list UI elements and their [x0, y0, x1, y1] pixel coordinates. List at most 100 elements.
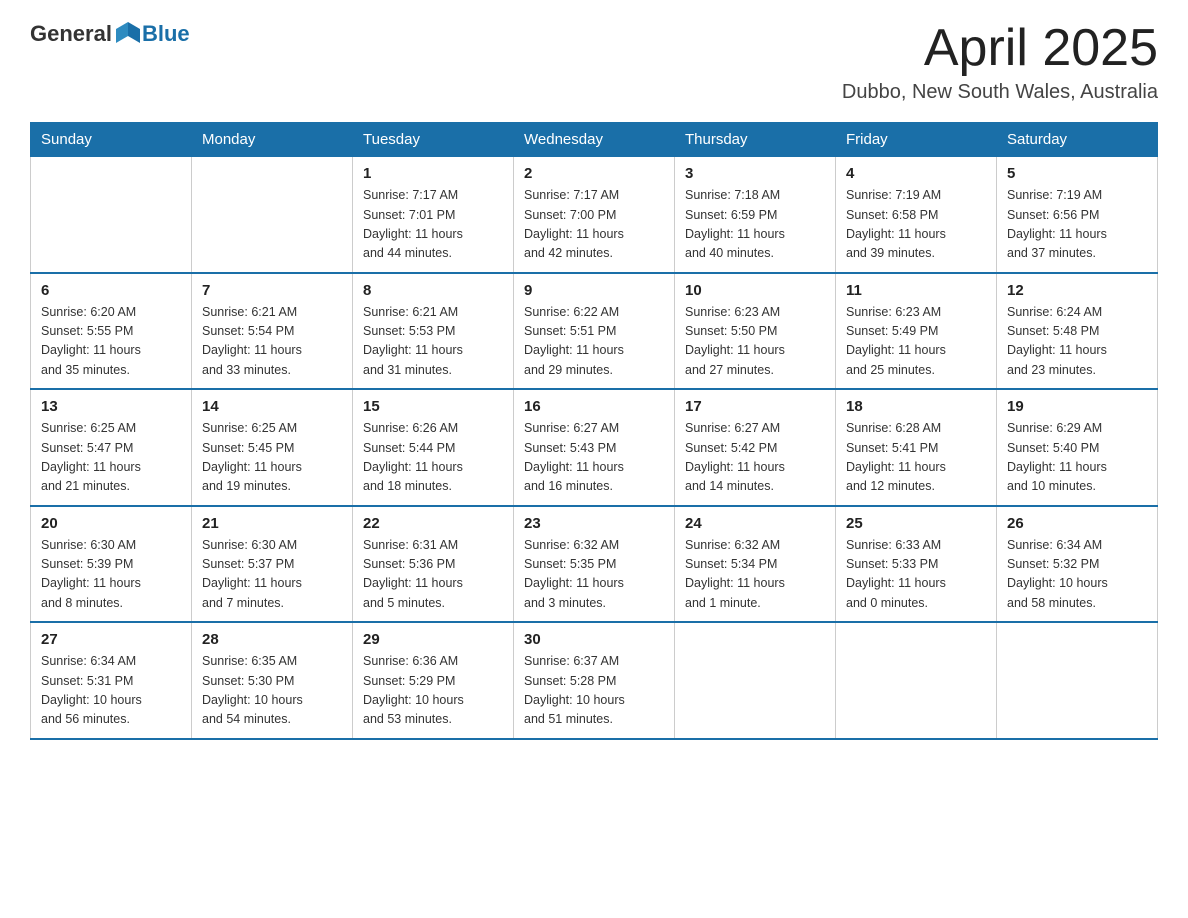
day-number: 18: [846, 398, 986, 415]
day-number: 16: [524, 398, 664, 415]
page-header: General Blue April 2025 Dubbo, New South…: [30, 20, 1158, 104]
day-info: Sunrise: 6:34 AM Sunset: 5:32 PM Dayligh…: [1007, 536, 1147, 614]
day-number: 1: [363, 165, 503, 182]
day-number: 9: [524, 282, 664, 299]
calendar-day-cell: 2 Sunrise: 7:17 AM Sunset: 7:00 PM Daylig…: [514, 157, 675, 273]
calendar-week-row: 6Sunrise: 6:20 AM Sunset: 5:55 PM Daylig…: [31, 273, 1158, 390]
day-info: Sunrise: 6:37 AM Sunset: 5:28 PM Dayligh…: [524, 652, 664, 730]
day-info: Sunrise: 6:20 AM Sunset: 5:55 PM Dayligh…: [41, 303, 181, 381]
day-info: Sunrise: 6:27 AM Sunset: 5:43 PM Dayligh…: [524, 419, 664, 497]
calendar-day-cell: 7Sunrise: 6:21 AM Sunset: 5:54 PM Daylig…: [192, 273, 353, 390]
day-number: 17: [685, 398, 825, 415]
calendar-day-cell: 17 Sunrise: 6:27 AM Sunset: 5:42 PM Dayli…: [675, 389, 836, 506]
location-text: Dubbo, New South Wales, Australia: [842, 81, 1158, 104]
calendar-day-cell: [192, 157, 353, 273]
day-number: 4: [846, 165, 986, 182]
day-info: Sunrise: 6:23 AM Sunset: 5:49 PM Dayligh…: [846, 303, 986, 381]
calendar-day-cell: 20 Sunrise: 6:30 AM Sunset: 5:39 PM Dayli…: [31, 506, 192, 623]
day-number: 20: [41, 515, 181, 532]
day-info: Sunrise: 7:17 AM Sunset: 7:00 PM Dayligh…: [524, 186, 664, 264]
day-number: 13: [41, 398, 181, 415]
day-number: 5: [1007, 165, 1147, 182]
calendar-day-cell: 27 Sunrise: 6:34 AM Sunset: 5:31 PM Dayli…: [31, 622, 192, 739]
calendar-header-thursday: Thursday: [675, 123, 836, 157]
calendar-day-cell: 30 Sunrise: 6:37 AM Sunset: 5:28 PM Dayli…: [514, 622, 675, 739]
day-number: 30: [524, 631, 664, 648]
calendar-day-cell: 12Sunrise: 6:24 AM Sunset: 5:48 PM Dayli…: [997, 273, 1158, 390]
day-number: 19: [1007, 398, 1147, 415]
calendar-day-cell: 5Sunrise: 7:19 AM Sunset: 6:56 PM Daylig…: [997, 157, 1158, 273]
day-info: Sunrise: 6:23 AM Sunset: 5:50 PM Dayligh…: [685, 303, 825, 381]
day-info: Sunrise: 6:27 AM Sunset: 5:42 PM Dayligh…: [685, 419, 825, 497]
calendar-week-row: 20 Sunrise: 6:30 AM Sunset: 5:39 PM Dayli…: [31, 506, 1158, 623]
calendar-header-tuesday: Tuesday: [353, 123, 514, 157]
month-title: April 2025: [842, 20, 1158, 77]
calendar-day-cell: 9 Sunrise: 6:22 AM Sunset: 5:51 PM Daylig…: [514, 273, 675, 390]
calendar-day-cell: [31, 157, 192, 273]
calendar-day-cell: 3 Sunrise: 7:18 AM Sunset: 6:59 PM Daylig…: [675, 157, 836, 273]
day-info: Sunrise: 6:32 AM Sunset: 5:35 PM Dayligh…: [524, 536, 664, 614]
day-info: Sunrise: 6:21 AM Sunset: 5:53 PM Dayligh…: [363, 303, 503, 381]
calendar-day-cell: 18Sunrise: 6:28 AM Sunset: 5:41 PM Dayli…: [836, 389, 997, 506]
calendar-day-cell: 4Sunrise: 7:19 AM Sunset: 6:58 PM Daylig…: [836, 157, 997, 273]
day-number: 28: [202, 631, 342, 648]
day-number: 21: [202, 515, 342, 532]
calendar-day-cell: 23 Sunrise: 6:32 AM Sunset: 5:35 PM Dayli…: [514, 506, 675, 623]
calendar-day-cell: 10 Sunrise: 6:23 AM Sunset: 5:50 PM Dayli…: [675, 273, 836, 390]
day-info: Sunrise: 6:26 AM Sunset: 5:44 PM Dayligh…: [363, 419, 503, 497]
calendar-day-cell: 26 Sunrise: 6:34 AM Sunset: 5:32 PM Dayli…: [997, 506, 1158, 623]
calendar-header-monday: Monday: [192, 123, 353, 157]
day-info: Sunrise: 6:36 AM Sunset: 5:29 PM Dayligh…: [363, 652, 503, 730]
day-number: 25: [846, 515, 986, 532]
day-number: 26: [1007, 515, 1147, 532]
day-number: 11: [846, 282, 986, 299]
calendar-day-cell: [997, 622, 1158, 739]
day-info: Sunrise: 7:18 AM Sunset: 6:59 PM Dayligh…: [685, 186, 825, 264]
logo-general-text: General: [30, 21, 112, 47]
calendar-week-row: 27 Sunrise: 6:34 AM Sunset: 5:31 PM Dayli…: [31, 622, 1158, 739]
day-info: Sunrise: 7:17 AM Sunset: 7:01 PM Dayligh…: [363, 186, 503, 264]
day-number: 27: [41, 631, 181, 648]
calendar-day-cell: 16 Sunrise: 6:27 AM Sunset: 5:43 PM Dayli…: [514, 389, 675, 506]
day-info: Sunrise: 6:31 AM Sunset: 5:36 PM Dayligh…: [363, 536, 503, 614]
day-number: 15: [363, 398, 503, 415]
title-block: April 2025 Dubbo, New South Wales, Austr…: [842, 20, 1158, 104]
day-info: Sunrise: 6:32 AM Sunset: 5:34 PM Dayligh…: [685, 536, 825, 614]
calendar-week-row: 13Sunrise: 6:25 AM Sunset: 5:47 PM Dayli…: [31, 389, 1158, 506]
logo: General Blue: [30, 20, 190, 48]
day-number: 14: [202, 398, 342, 415]
calendar-day-cell: 19 Sunrise: 6:29 AM Sunset: 5:40 PM Dayli…: [997, 389, 1158, 506]
day-number: 10: [685, 282, 825, 299]
calendar-day-cell: 6Sunrise: 6:20 AM Sunset: 5:55 PM Daylig…: [31, 273, 192, 390]
day-info: Sunrise: 6:29 AM Sunset: 5:40 PM Dayligh…: [1007, 419, 1147, 497]
day-info: Sunrise: 6:24 AM Sunset: 5:48 PM Dayligh…: [1007, 303, 1147, 381]
logo-flag-icon: [114, 20, 142, 48]
calendar-header-saturday: Saturday: [997, 123, 1158, 157]
calendar-day-cell: 25 Sunrise: 6:33 AM Sunset: 5:33 PM Dayli…: [836, 506, 997, 623]
calendar-day-cell: 15 Sunrise: 6:26 AM Sunset: 5:44 PM Dayli…: [353, 389, 514, 506]
calendar-day-cell: 21 Sunrise: 6:30 AM Sunset: 5:37 PM Dayli…: [192, 506, 353, 623]
calendar-day-cell: 1 Sunrise: 7:17 AM Sunset: 7:01 PM Daylig…: [353, 157, 514, 273]
day-info: Sunrise: 6:22 AM Sunset: 5:51 PM Dayligh…: [524, 303, 664, 381]
calendar-header-sunday: Sunday: [31, 123, 192, 157]
day-info: Sunrise: 6:34 AM Sunset: 5:31 PM Dayligh…: [41, 652, 181, 730]
calendar-header-wednesday: Wednesday: [514, 123, 675, 157]
calendar-day-cell: 8 Sunrise: 6:21 AM Sunset: 5:53 PM Daylig…: [353, 273, 514, 390]
calendar-table: SundayMondayTuesdayWednesdayThursdayFrid…: [30, 122, 1158, 740]
day-info: Sunrise: 6:35 AM Sunset: 5:30 PM Dayligh…: [202, 652, 342, 730]
calendar-day-cell: 11 Sunrise: 6:23 AM Sunset: 5:49 PM Dayli…: [836, 273, 997, 390]
day-info: Sunrise: 6:30 AM Sunset: 5:37 PM Dayligh…: [202, 536, 342, 614]
calendar-day-cell: [675, 622, 836, 739]
day-number: 29: [363, 631, 503, 648]
day-number: 23: [524, 515, 664, 532]
calendar-day-cell: 29 Sunrise: 6:36 AM Sunset: 5:29 PM Dayli…: [353, 622, 514, 739]
day-number: 2: [524, 165, 664, 182]
day-number: 3: [685, 165, 825, 182]
day-info: Sunrise: 6:33 AM Sunset: 5:33 PM Dayligh…: [846, 536, 986, 614]
calendar-day-cell: 13Sunrise: 6:25 AM Sunset: 5:47 PM Dayli…: [31, 389, 192, 506]
calendar-header-row: SundayMondayTuesdayWednesdayThursdayFrid…: [31, 123, 1158, 157]
day-number: 8: [363, 282, 503, 299]
day-info: Sunrise: 6:30 AM Sunset: 5:39 PM Dayligh…: [41, 536, 181, 614]
calendar-header-friday: Friday: [836, 123, 997, 157]
day-number: 7: [202, 282, 342, 299]
